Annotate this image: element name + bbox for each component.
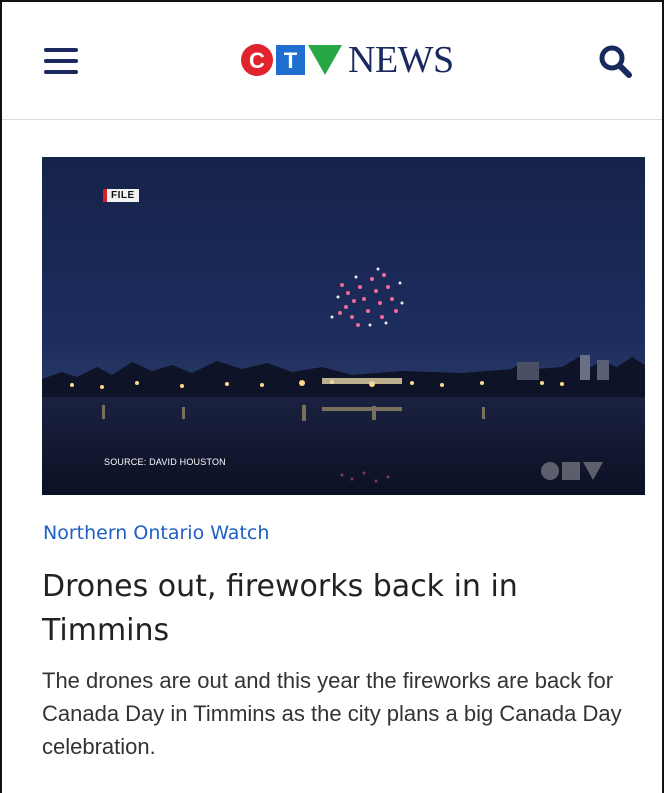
article-category-link[interactable]: Northern Ontario Watch	[43, 522, 269, 544]
ctv-news-logo[interactable]: C T NEWS	[240, 38, 454, 82]
search-icon	[599, 45, 632, 78]
logo-news-text: NEWS	[348, 39, 454, 81]
svg-text:C: C	[249, 48, 265, 73]
image-source-credit: SOURCE: DAVID HOUSTON	[104, 457, 226, 467]
ctv-logo-mark: C T	[241, 44, 342, 76]
site-header: C T NEWS	[2, 2, 662, 120]
search-button[interactable]	[596, 42, 636, 82]
hamburger-menu-icon	[44, 48, 78, 52]
hamburger-menu-icon-bar	[44, 59, 78, 63]
fireworks-drone-photo	[42, 157, 645, 495]
file-badge: FILE	[103, 189, 139, 202]
menu-button[interactable]	[44, 48, 78, 74]
hamburger-menu-icon-bar	[44, 70, 78, 74]
article-hero-image[interactable]: FILE SOURCE: DAVID HOUSTON	[42, 157, 645, 495]
app-frame: C T NEWS FILE SOURCE: DAVID HOUSTON Nort…	[0, 0, 664, 793]
ctv-watermark-icon	[541, 462, 603, 480]
article-headline[interactable]: Drones out, fireworks back in in Timmins	[42, 565, 632, 653]
article-summary: The drones are out and this year the fir…	[42, 668, 622, 759]
svg-text:T: T	[284, 48, 298, 73]
